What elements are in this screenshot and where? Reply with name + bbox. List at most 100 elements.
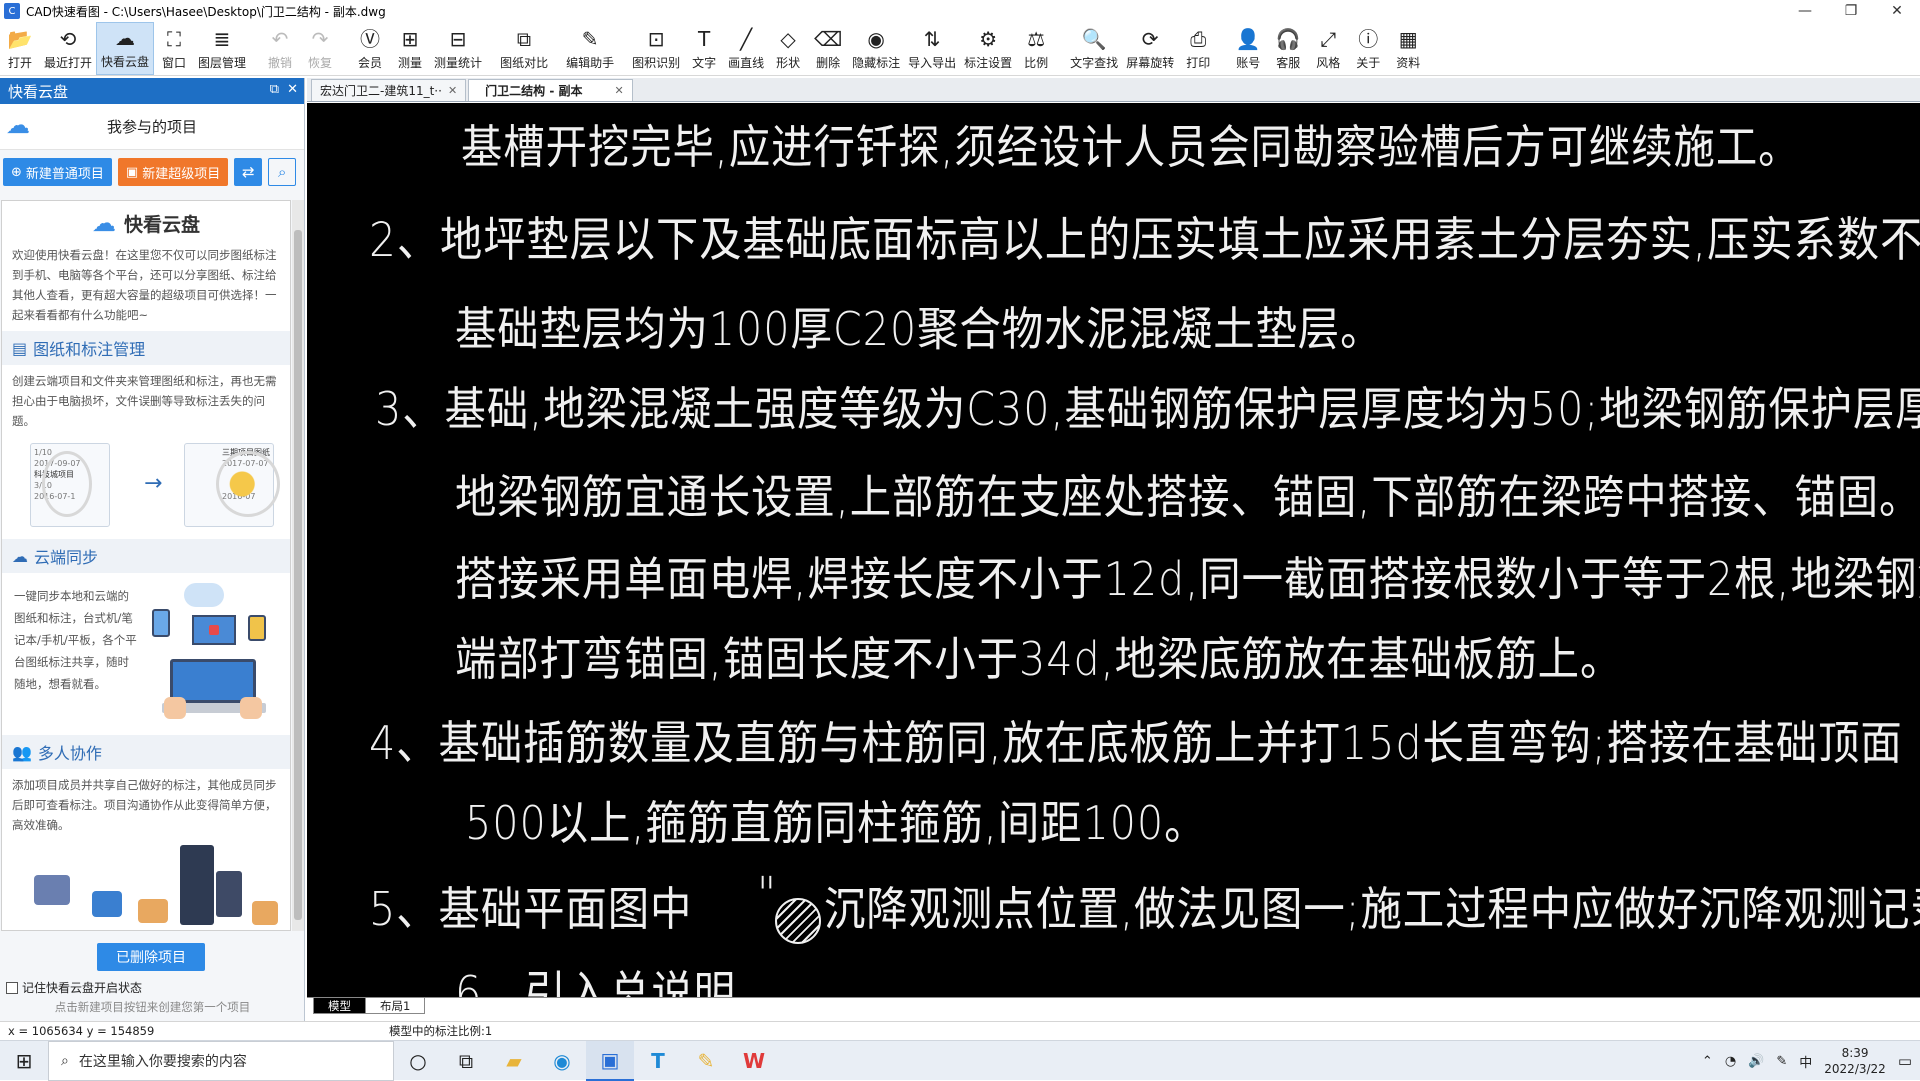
text-search-button[interactable]: 🔍 文字查找	[1066, 22, 1122, 75]
text-app-button[interactable]: T	[634, 1041, 682, 1081]
annotation-settings-button[interactable]: ⚙ 标注设置	[960, 22, 1016, 75]
tab-layout1[interactable]: 布局1	[365, 998, 426, 1014]
toolbar-button-label: 账号	[1236, 56, 1261, 70]
undo-button[interactable]: ↶ 撤销	[260, 22, 300, 75]
cortana-icon: ○	[409, 1048, 427, 1073]
title-bar: C CAD快速看图 - C:\Users\Hasee\Desktop\门卫二结构…	[0, 0, 1920, 22]
start-button[interactable]: ⊞	[0, 1041, 48, 1081]
sidebar-actions: ⊕ 新建普通项目 ▣ 新建超级项目 ⇄ ⌕	[0, 150, 304, 194]
chevron-up-icon[interactable]: ⌃	[1702, 1054, 1713, 1069]
rotate-screen-button[interactable]: ⟳ 屏幕旋转	[1122, 22, 1178, 75]
volume-icon[interactable]: 🔊	[1748, 1054, 1764, 1069]
deleted-projects-button[interactable]: 已删除项目	[97, 943, 205, 971]
remember-state-checkbox-row[interactable]: 记住快看云盘开启状态	[6, 979, 142, 996]
redo-icon: ↷	[311, 27, 329, 51]
task-view-button[interactable]: ⧉	[442, 1041, 490, 1081]
toolbar-separator	[618, 22, 628, 75]
tab-model[interactable]: 模型	[313, 998, 366, 1014]
drawing-text-line: 基础垫层均为100厚C20聚合物水泥混凝土垫层。	[455, 302, 1383, 356]
print-button[interactable]: ⎙ 打印	[1178, 22, 1218, 75]
sync-button[interactable]: ⇄	[234, 158, 263, 186]
app-logo-icon: C	[4, 3, 20, 19]
headset-button[interactable]: 🎧 客服	[1268, 22, 1308, 75]
redo-button[interactable]: ↷ 恢复	[300, 22, 340, 75]
minimize-button[interactable]: —	[1782, 0, 1828, 22]
network-icon[interactable]: ◔	[1725, 1054, 1736, 1069]
file-explorer-button[interactable]: ▰	[490, 1041, 538, 1081]
text-button[interactable]: T 文字	[684, 22, 724, 75]
notifications-icon[interactable]: ▭	[1898, 1052, 1912, 1070]
measure-button[interactable]: ⊞ 测量	[390, 22, 430, 75]
hide-annotation-button[interactable]: ◉ 隐藏标注	[848, 22, 904, 75]
eraser-button[interactable]: ⌫ 删除	[808, 22, 848, 75]
shape-button[interactable]: ◇ 形状	[768, 22, 808, 75]
sidebar-search-button[interactable]: ⌕	[268, 158, 297, 186]
folder-open-icon: 📂	[7, 27, 33, 51]
pen-icon[interactable]: ✎	[1776, 1054, 1787, 1069]
sidebar-close-button[interactable]: ✕	[287, 82, 298, 97]
close-tab-icon[interactable]: ✕	[615, 84, 624, 97]
history-button[interactable]: ⟲ 最近打开	[40, 22, 96, 75]
scale-button[interactable]: ⚖ 比例	[1016, 22, 1056, 75]
drawing-text-line: 4、基础插筋数量及直筋与柱筋同,放在底板筋上并打15d长直弯钩;搭接在基础顶面	[369, 716, 1903, 770]
layers-button[interactable]: ≣ 图层管理	[194, 22, 250, 75]
drawing-text-line: "	[757, 867, 777, 921]
new-normal-project-button[interactable]: ⊕ 新建普通项目	[3, 158, 112, 186]
drawing-text-line: 500以上,箍筋直筋同柱箍筋,间距100。	[465, 796, 1207, 850]
tab-document-1[interactable]: 宏达门卫二-建筑11_t·· ✕	[311, 79, 467, 101]
drawing-canvas[interactable]: 基槽开挖完毕,应进行钎探,须经设计人员会同勘察验槽后方可继续施工。 2、地坪垫层…	[307, 103, 1920, 997]
folder-open-button[interactable]: 📂 打开	[0, 22, 40, 75]
cad-viewer-taskbar-button[interactable]: ▣	[586, 1040, 634, 1081]
close-tab-icon[interactable]: ✕	[448, 84, 457, 97]
windows-taskbar: ⊞ ⌕ 在这里输入你要搜索的内容 ○ ⧉ ▰ ◉ ▣ T ✎ W ⌃ ◔ 🔊 ✎…	[0, 1040, 1920, 1081]
toolbar-button-label: 编辑助手	[566, 56, 615, 70]
recognize-button[interactable]: ⊡ 图积识别	[628, 22, 684, 75]
tab-document-2[interactable]: 门卫二结构 - 副本 ✕	[468, 79, 633, 101]
cloud-button[interactable]: ☁ 快看云盘	[96, 22, 155, 75]
model-layout-tabs: 模型 布局1	[307, 997, 1920, 1015]
resources-icon: ▦	[1398, 27, 1418, 51]
taskbar-search-box[interactable]: ⌕ 在这里输入你要搜索的内容	[48, 1040, 394, 1081]
toolbar-separator	[486, 22, 496, 75]
drawing-management-illustration: 1/10 2017-09-07 科技城项目 3/10 2016-07-1 → 三…	[12, 437, 280, 533]
cortana-button[interactable]: ○	[394, 1041, 442, 1081]
wps-button[interactable]: W	[730, 1041, 778, 1081]
task-view-icon: ⧉	[458, 1048, 474, 1073]
line-button[interactable]: ╱ 画直线	[724, 22, 768, 75]
remember-state-label: 记住快看云盘开启状态	[22, 981, 143, 995]
my-projects-row[interactable]: ☁ 我参与的项目	[0, 104, 304, 150]
resources-button[interactable]: ▦ 资料	[1388, 22, 1428, 75]
measure-stats-button[interactable]: ⊟ 测量统计	[430, 22, 486, 75]
tab-label: 宏达门卫二-建筑11_t··	[320, 84, 442, 98]
window-button[interactable]: ⛶ 窗口	[154, 22, 194, 75]
sidebar-scrollbar[interactable]	[292, 200, 304, 931]
toolbar-button-label: 图层管理	[198, 56, 247, 70]
toolbar-button-label: 测量	[398, 56, 423, 70]
new-super-project-button[interactable]: ▣ 新建超级项目	[117, 158, 229, 186]
vip-button[interactable]: Ⓥ 会员	[350, 22, 390, 75]
account-button[interactable]: 👤 账号	[1228, 22, 1268, 75]
ime-indicator[interactable]: 中	[1799, 1052, 1812, 1071]
wps-icon: W	[742, 1048, 766, 1073]
restore-button[interactable]: ❐	[1828, 0, 1874, 22]
account-icon: 👤	[1235, 27, 1261, 51]
compare-button[interactable]: ⧉ 图纸对比	[496, 22, 552, 75]
style-button[interactable]: ⤢ 风格	[1308, 22, 1348, 75]
close-button[interactable]: ✕	[1874, 0, 1920, 22]
sidebar-float-button[interactable]: ⧉	[270, 82, 279, 97]
section-title: 多人协作	[37, 744, 102, 763]
toolbar-button-label: 会员	[358, 56, 383, 70]
import-export-button[interactable]: ⇅ 导入导出	[904, 22, 960, 75]
scrollbar-thumb[interactable]	[294, 230, 302, 920]
toolbar-button-label: 快看云盘	[101, 55, 150, 69]
headset-icon: 🎧	[1275, 27, 1301, 51]
info-button[interactable]: ⓘ 关于	[1348, 22, 1388, 75]
new-super-project-label: 新建超级项目	[142, 166, 221, 182]
remember-state-checkbox[interactable]	[6, 981, 18, 994]
notes-app-button[interactable]: ✎	[682, 1041, 730, 1081]
cloud-sidebar: 快看云盘 ⧉ ✕ ☁ 我参与的项目 ⊕ 新建普通项目 ▣ 新建超级项目 ⇄ ⌕ ☁ …	[0, 78, 305, 1021]
clock[interactable]: 8:39 2022/3/22	[1824, 1045, 1886, 1077]
edit-assistant-button[interactable]: ✎ 编辑助手	[562, 22, 618, 75]
edge-button[interactable]: ◉	[538, 1041, 586, 1081]
toolbar-separator	[552, 22, 562, 75]
